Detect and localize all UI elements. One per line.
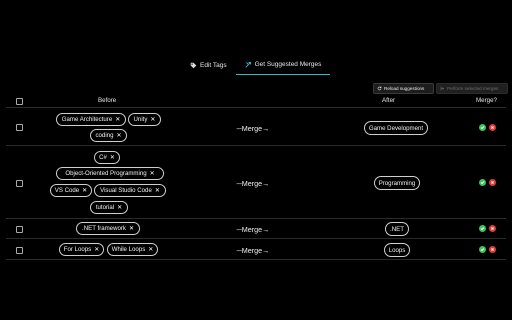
divider xyxy=(6,145,506,146)
reload-icon xyxy=(377,86,382,91)
tag-chip: VS Code ✕ xyxy=(50,184,92,197)
remove-tag-icon[interactable]: ✕ xyxy=(148,247,153,253)
divider xyxy=(6,238,506,239)
merge-icon xyxy=(244,61,251,68)
row-checkbox[interactable] xyxy=(16,226,23,233)
accept-merge-button[interactable] xyxy=(479,225,486,232)
remove-tag-icon[interactable]: ✕ xyxy=(155,188,160,194)
reject-merge-button[interactable] xyxy=(489,246,496,253)
tab-label: Get Suggested Merges xyxy=(254,61,322,68)
tab-bar: Edit Tags Get Suggested Merges xyxy=(0,55,512,75)
remove-tag-icon[interactable]: ✕ xyxy=(94,247,99,253)
check-icon xyxy=(480,181,485,185)
perform-merges-button[interactable]: Perform selected merges xyxy=(436,83,508,94)
tag-chip: Game Architecture ✕ xyxy=(56,113,126,126)
merge-icon xyxy=(440,86,445,91)
tag-chip: Unity ✕ xyxy=(128,113,161,126)
close-icon xyxy=(491,227,494,230)
remove-tag-icon[interactable]: ✕ xyxy=(150,171,155,177)
tag-chip: For Loops ✕ xyxy=(59,243,104,256)
accept-merge-button[interactable] xyxy=(479,179,486,186)
divider xyxy=(6,107,506,108)
merged-tag: Loops xyxy=(384,243,410,257)
merge-arrow: ─Merge→ xyxy=(236,124,270,133)
tag-chip: .NET framework ✕ xyxy=(76,222,140,235)
tag-chip: tutorial ✕ xyxy=(90,201,128,214)
tag-chip: Object-Oriented Programming ✕ xyxy=(56,167,164,180)
remove-tag-icon[interactable]: ✕ xyxy=(129,226,134,232)
merged-tag: Game Development xyxy=(364,121,428,135)
reject-merge-button[interactable] xyxy=(489,124,496,131)
merge-arrow: ─Merge→ xyxy=(236,225,270,234)
reject-merge-button[interactable] xyxy=(489,179,496,186)
tab-suggested-merges[interactable]: Get Suggested Merges xyxy=(236,55,330,75)
tag-chip: coding ✕ xyxy=(90,129,127,142)
remove-tag-icon[interactable]: ✕ xyxy=(117,205,122,211)
divider xyxy=(6,218,506,219)
row-checkbox[interactable] xyxy=(16,124,23,131)
check-icon xyxy=(480,248,485,252)
close-icon xyxy=(491,248,494,251)
check-icon xyxy=(480,126,485,130)
select-all-checkbox[interactable] xyxy=(16,98,23,105)
remove-tag-icon[interactable]: ✕ xyxy=(116,133,121,139)
tab-edit-tags[interactable]: Edit Tags xyxy=(186,55,231,75)
column-header-after: After xyxy=(382,97,396,104)
close-icon xyxy=(491,181,494,184)
merged-tag: Programming xyxy=(374,176,420,190)
reject-merge-button[interactable] xyxy=(489,225,496,232)
column-header-before: Before xyxy=(98,97,117,104)
tag-chip: C# ✕ xyxy=(94,151,120,164)
merged-tag: .NET xyxy=(385,222,409,236)
tag-icon xyxy=(190,62,197,68)
tag-chip: Visual Studio Code ✕ xyxy=(94,184,166,197)
row-checkbox[interactable] xyxy=(16,247,23,254)
merge-arrow: ─Merge→ xyxy=(236,246,270,255)
merge-page: Edit Tags Get Suggested Merges Reload su… xyxy=(0,0,512,320)
reload-suggestions-button[interactable]: Reload suggestions xyxy=(373,83,434,94)
row-checkbox[interactable] xyxy=(16,180,23,187)
check-icon xyxy=(480,227,485,231)
column-header-merge: Merge? xyxy=(476,97,497,104)
accept-merge-button[interactable] xyxy=(479,246,486,253)
remove-tag-icon[interactable]: ✕ xyxy=(110,155,115,161)
divider xyxy=(6,259,506,260)
remove-tag-icon[interactable]: ✕ xyxy=(150,117,155,123)
merge-arrow: ─Merge→ xyxy=(236,179,270,188)
remove-tag-icon[interactable]: ✕ xyxy=(115,117,120,123)
close-icon xyxy=(491,126,494,129)
accept-merge-button[interactable] xyxy=(479,124,486,131)
remove-tag-icon[interactable]: ✕ xyxy=(82,188,87,194)
tab-label: Edit Tags xyxy=(200,61,227,69)
tag-chip: While Loops ✕ xyxy=(107,243,158,256)
